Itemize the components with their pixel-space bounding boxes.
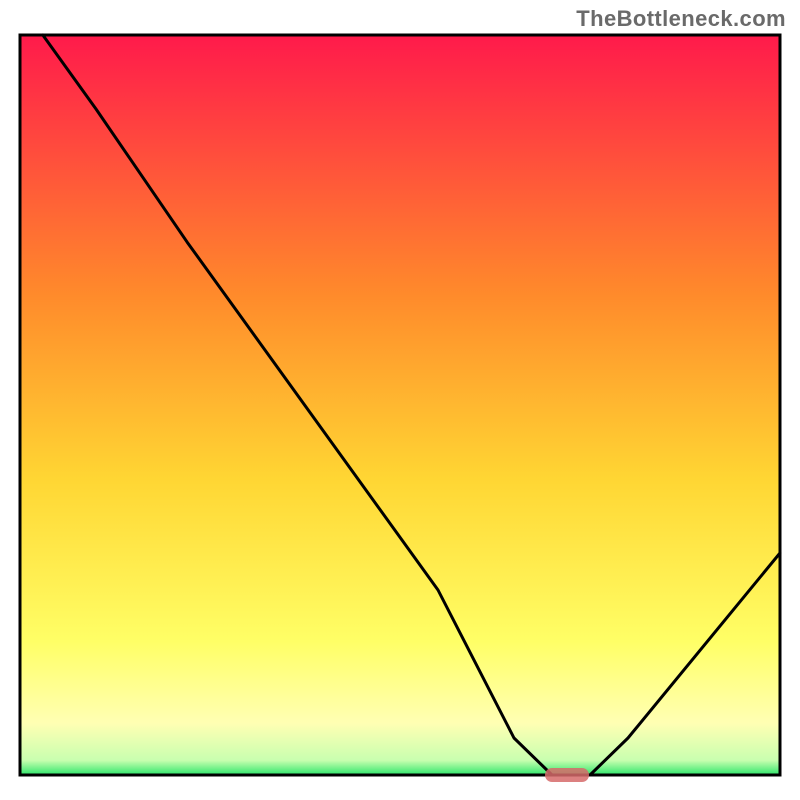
chart-container: TheBottleneck.com: [0, 0, 800, 800]
optimal-marker: [545, 768, 589, 782]
chart-svg: [0, 0, 800, 800]
plot-background: [20, 35, 780, 775]
watermark-text: TheBottleneck.com: [576, 6, 786, 32]
